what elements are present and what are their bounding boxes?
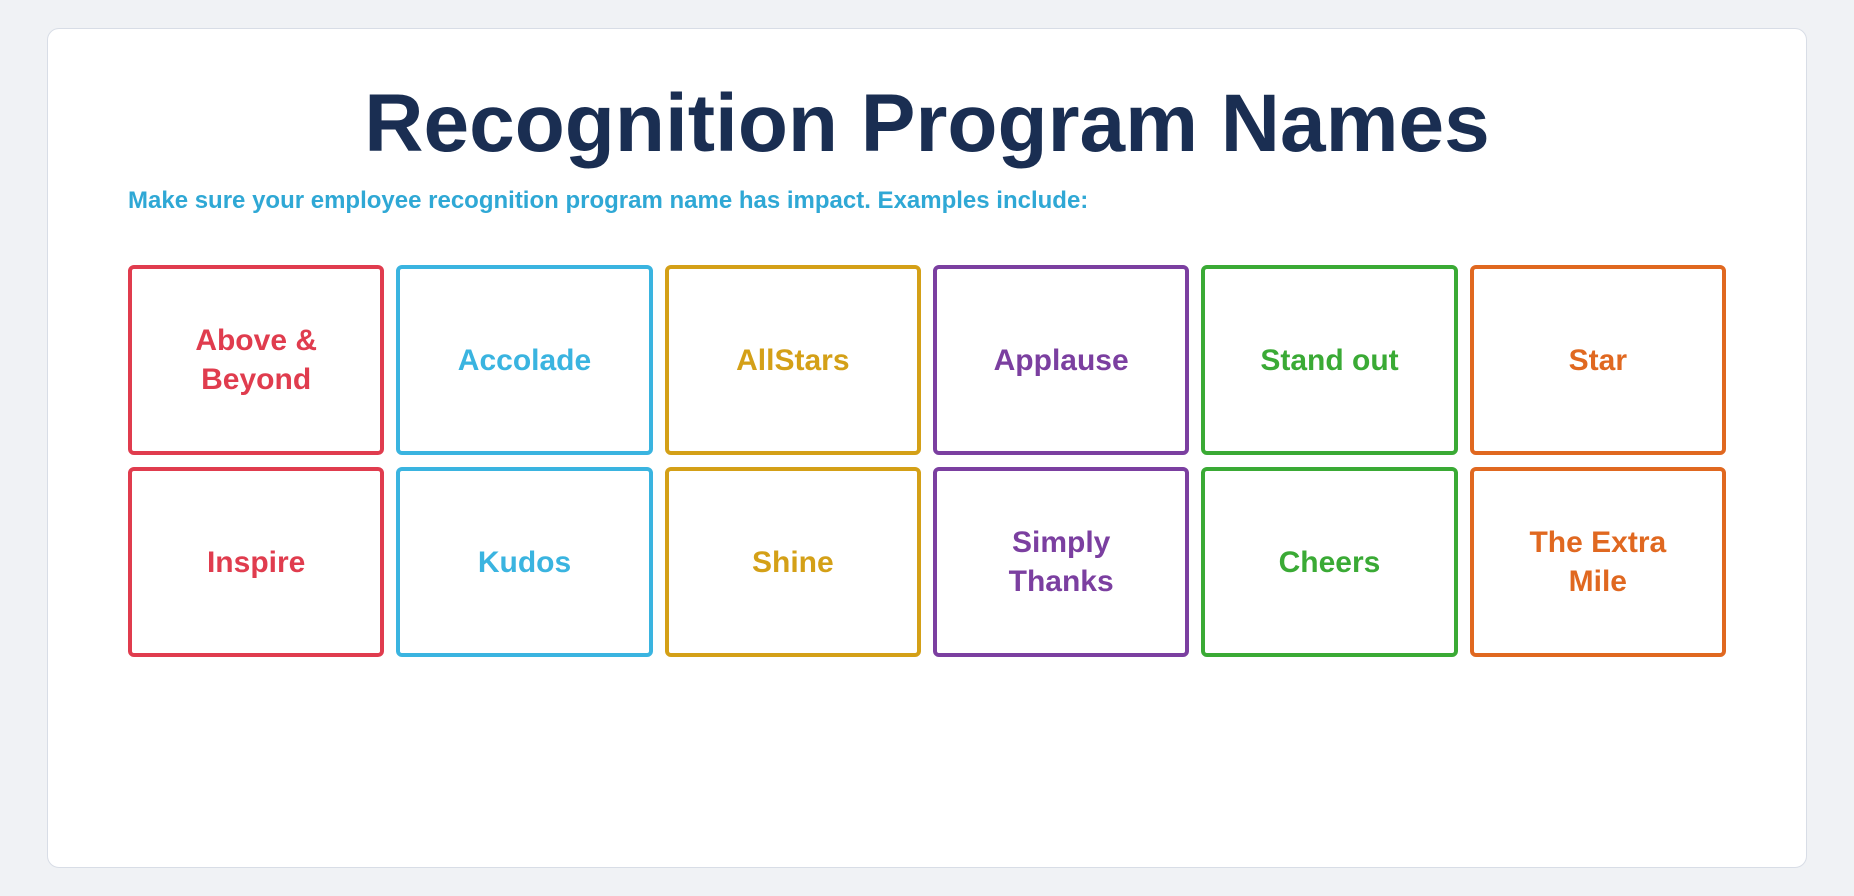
program-names-grid: Above &Beyond Accolade AllStars Applause Sta… <box>128 265 1726 657</box>
grid-item-label-simply-thanks: SimplyThanks <box>1009 523 1114 601</box>
grid-item-accolade: Accolade <box>396 265 652 455</box>
grid-item-label-allstars: AllStars <box>736 341 849 380</box>
grid-item-label-extra-mile: The ExtraMile <box>1529 523 1666 601</box>
grid-item-label-above-beyond: Above &Beyond <box>195 321 317 399</box>
grid-item-shine: Shine <box>665 467 921 657</box>
subtitle: Make sure your employee recognition prog… <box>128 187 1088 215</box>
grid-item-inspire: Inspire <box>128 467 384 657</box>
grid-item-label-star: Star <box>1569 341 1627 380</box>
grid-item-extra-mile: The ExtraMile <box>1470 467 1726 657</box>
grid-item-kudos: Kudos <box>396 467 652 657</box>
grid-item-allstars: AllStars <box>665 265 921 455</box>
grid-item-label-shine: Shine <box>752 543 834 582</box>
grid-item-label-cheers: Cheers <box>1279 543 1381 582</box>
page-title: Recognition Program Names <box>128 79 1726 169</box>
grid-item-cheers: Cheers <box>1201 467 1457 657</box>
grid-item-label-accolade: Accolade <box>458 341 591 380</box>
grid-item-above-beyond: Above &Beyond <box>128 265 384 455</box>
grid-item-label-stand-out: Stand out <box>1260 341 1398 380</box>
grid-item-applause: Applause <box>933 265 1189 455</box>
grid-item-simply-thanks: SimplyThanks <box>933 467 1189 657</box>
grid-item-stand-out: Stand out <box>1201 265 1457 455</box>
grid-item-label-inspire: Inspire <box>207 543 305 582</box>
grid-item-label-kudos: Kudos <box>478 543 571 582</box>
grid-item-label-applause: Applause <box>994 341 1129 380</box>
grid-item-star: Star <box>1470 265 1726 455</box>
main-card: Recognition Program Names Make sure your… <box>47 28 1807 868</box>
